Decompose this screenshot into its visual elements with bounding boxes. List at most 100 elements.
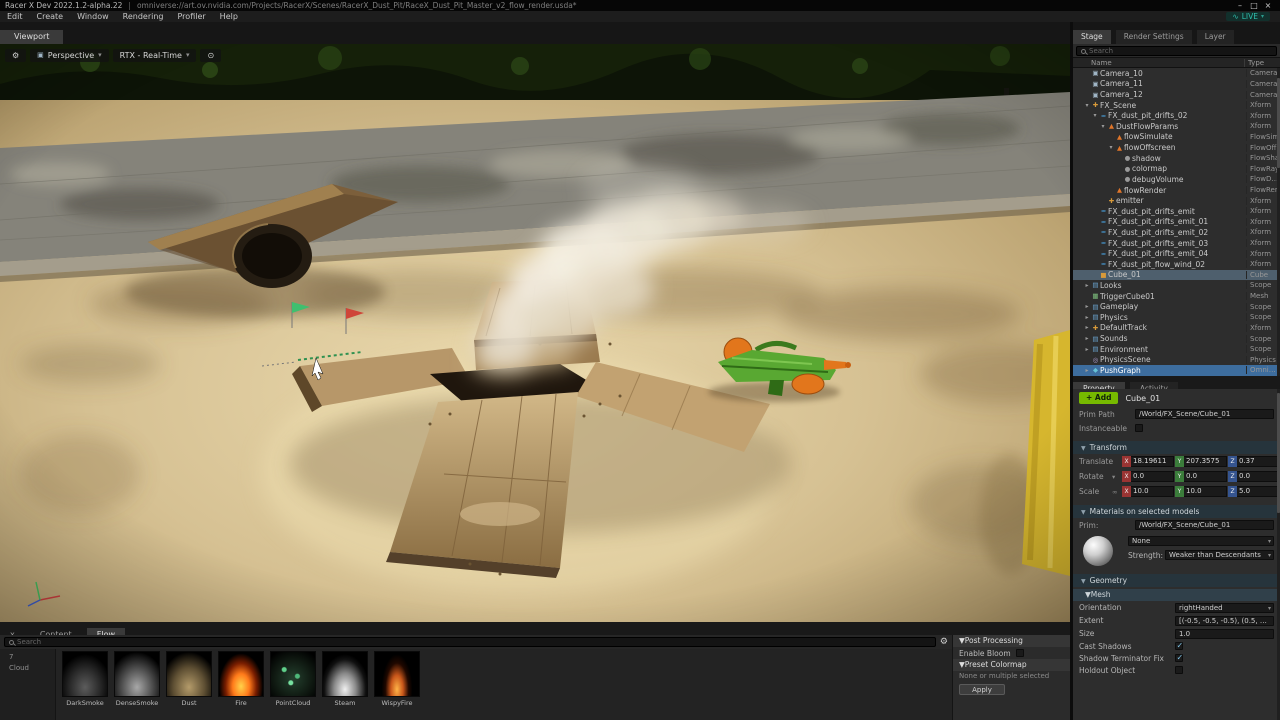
stage-tree-row[interactable]: ● colormap FlowRay [1073, 163, 1280, 174]
maximize-button[interactable]: □ [1247, 1, 1261, 10]
flow-preset-dust[interactable]: Dust [164, 651, 214, 720]
visibility-button[interactable]: ⊙ [200, 49, 221, 62]
expand-caret-icon[interactable]: ▾ [1099, 123, 1107, 130]
cast-shadows-checkbox[interactable] [1175, 642, 1183, 650]
flow-preset-darksmoke[interactable]: DarkSmoke [60, 651, 110, 720]
prim-path-field[interactable]: /World/FX_Scene/Cube_01 [1135, 409, 1274, 419]
stage-search-input[interactable]: Search [1076, 46, 1277, 56]
expand-caret-icon[interactable]: ▾ [1091, 112, 1099, 119]
transform-extra-icon[interactable]: ∞ [1112, 488, 1121, 496]
browser-settings-button[interactable]: ⚙ [940, 637, 948, 647]
orientation-select[interactable]: rightHanded [1175, 603, 1274, 613]
transform-extra-icon[interactable]: ▾ [1112, 473, 1121, 481]
menu-item-rendering[interactable]: Rendering [116, 11, 171, 22]
stage-tree-row[interactable]: ▣ Camera_11 Camera [1073, 79, 1280, 90]
tab-render-settings[interactable]: Render Settings [1116, 30, 1192, 44]
add-button[interactable]: + Add [1079, 392, 1118, 404]
stage-tree-row[interactable]: ▸ ▤ Environment Scope [1073, 344, 1280, 355]
shadow-terminator-checkbox[interactable] [1175, 654, 1183, 662]
material-select[interactable]: None [1128, 536, 1274, 546]
browser-search-input[interactable]: Search [4, 637, 936, 647]
strength-select[interactable]: Weaker than Descendants [1165, 550, 1274, 560]
flow-preset-pointcloud[interactable]: PointCloud [268, 651, 318, 720]
stage-tree-row[interactable]: ▲ flowSimulate FlowSim [1073, 132, 1280, 143]
transform-field-translate-z[interactable]: Z0.37 [1228, 456, 1280, 467]
minimize-button[interactable]: – [1233, 1, 1247, 10]
stage-tree-row[interactable]: ≈ FX_dust_pit_drifts_emit_03 Xform [1073, 238, 1280, 249]
stage-tree-row[interactable]: ▸ ▤ Looks Scope [1073, 280, 1280, 291]
expand-caret-icon[interactable]: ▸ [1083, 324, 1091, 331]
live-session-button[interactable]: ∿ LIVE ▾ [1226, 12, 1270, 21]
stage-tree-row[interactable]: ≈ FX_dust_pit_drifts_emit_02 Xform [1073, 227, 1280, 238]
stage-tree-row[interactable]: ▦ TriggerCube01 Mesh [1073, 291, 1280, 302]
tab-viewport[interactable]: Viewport [0, 30, 63, 44]
renderer-select[interactable]: RTX - Real-Time ▾ [113, 49, 197, 62]
stage-tree-row[interactable]: ▸ ◆ PushGraph OmniGraph [1073, 365, 1280, 376]
stage-tree-row[interactable]: ≈ FX_dust_pit_drifts_emit Xform [1073, 206, 1280, 217]
preset-colormap-header[interactable]: ▼Preset Colormap [953, 659, 1070, 671]
viewport[interactable]: ⚙ ▣ Perspective ▾ RTX - Real-Time ▾ ⊙ [0, 44, 1070, 622]
stage-tree-row[interactable]: ≈ FX_dust_pit_drifts_emit_01 Xform [1073, 217, 1280, 228]
expand-caret-icon[interactable]: ▸ [1083, 303, 1091, 310]
flow-preset-wispyfire[interactable]: WispyFire [372, 651, 422, 720]
stage-tree-row[interactable]: ▾ ▲ flowOffscreen FlowOff [1073, 142, 1280, 153]
expand-caret-icon[interactable]: ▸ [1083, 335, 1091, 342]
menu-item-create[interactable]: Create [30, 11, 71, 22]
menu-item-help[interactable]: Help [213, 11, 245, 22]
viewport-canvas[interactable] [0, 44, 1070, 622]
material-preview-sphere[interactable] [1083, 536, 1113, 566]
transform-field-rotate-z[interactable]: Z0.0 [1228, 471, 1280, 482]
transform-field-rotate-x[interactable]: X0.0 [1122, 471, 1174, 482]
flow-preset-steam[interactable]: Steam [320, 651, 370, 720]
browser-side-item[interactable]: Cloud [0, 663, 55, 674]
stage-tree-row[interactable]: ▣ Camera_12 Camera [1073, 89, 1280, 100]
menu-item-window[interactable]: Window [70, 11, 116, 22]
column-name[interactable]: Name [1073, 59, 1244, 67]
transform-field-scale-z[interactable]: Z5.0 [1228, 486, 1280, 497]
expand-caret-icon[interactable]: ▾ [1083, 102, 1091, 109]
mesh-section-header[interactable]: ▼Mesh [1073, 589, 1280, 601]
transform-section-header[interactable]: ▼Transform [1073, 441, 1280, 454]
stage-tree-row[interactable]: ▲ flowRender FlowRen [1073, 185, 1280, 196]
instanceable-checkbox[interactable] [1135, 424, 1143, 432]
apply-button[interactable]: Apply [959, 684, 1005, 695]
stage-tree-row[interactable]: ◎ PhysicsScene Physics [1073, 354, 1280, 365]
transform-field-translate-y[interactable]: Y207.3575 [1175, 456, 1227, 467]
expand-caret-icon[interactable]: ▸ [1083, 346, 1091, 353]
expand-caret-icon[interactable]: ▸ [1083, 282, 1091, 289]
extent-field[interactable]: [(-0.5, -0.5, -0.5), (0.5, 0.5, 0.5)] [1175, 616, 1274, 626]
stage-tree-row[interactable]: ▾ ▲ DustFlowParams Xform [1073, 121, 1280, 132]
transform-field-rotate-y[interactable]: Y0.0 [1175, 471, 1227, 482]
close-button[interactable]: × [1261, 1, 1275, 10]
enable-bloom-checkbox[interactable] [1016, 649, 1024, 657]
menu-item-edit[interactable]: Edit [0, 11, 30, 22]
material-prim-field[interactable]: /World/FX_Scene/Cube_01 [1135, 520, 1274, 530]
stage-tree-row[interactable]: ▸ ▤ Gameplay Scope [1073, 301, 1280, 312]
expand-caret-icon[interactable]: ▸ [1083, 314, 1091, 321]
stage-tree-row[interactable]: ● shadow FlowSha [1073, 153, 1280, 164]
flow-preset-densesmoke[interactable]: DenseSmoke [112, 651, 162, 720]
menu-item-profiler[interactable]: Profiler [171, 11, 213, 22]
tab-stage[interactable]: Stage [1073, 30, 1111, 44]
expand-caret-icon[interactable]: ▸ [1083, 367, 1091, 374]
stage-tree-row[interactable]: ✚ emitter Xform [1073, 195, 1280, 206]
stage-tree-row[interactable]: ▣ Camera_10 Camera [1073, 68, 1280, 79]
stage-tree-row[interactable]: ▸ ▤ Physics Scope [1073, 312, 1280, 323]
stage-tree-row[interactable]: ▾ ≈ FX_dust_pit_drifts_02 Xform [1073, 110, 1280, 121]
materials-section-header[interactable]: ▼Materials on selected models [1073, 505, 1280, 518]
flow-preset-fire[interactable]: Fire [216, 651, 266, 720]
stage-tree-row[interactable]: ≈ FX_dust_pit_flow_wind_02 Xform [1073, 259, 1280, 270]
stage-tree-row[interactable]: ≈ FX_dust_pit_drifts_emit_04 Xform [1073, 248, 1280, 259]
tab-layer[interactable]: Layer [1197, 30, 1234, 44]
viewport-settings-button[interactable]: ⚙ [5, 49, 26, 62]
stage-tree-row[interactable]: ▾ ✚ FX_Scene Xform [1073, 100, 1280, 111]
stage-tree-row[interactable]: ● debugVolume FlowDeb [1073, 174, 1280, 185]
holdout-object-checkbox[interactable] [1175, 666, 1183, 674]
size-field[interactable]: 1.0 [1175, 629, 1274, 639]
transform-field-scale-y[interactable]: Y10.0 [1175, 486, 1227, 497]
stage-tree-row[interactable]: ■ Cube_01 Cube [1073, 270, 1280, 281]
transform-field-translate-x[interactable]: X18.19611 [1122, 456, 1174, 467]
post-processing-header[interactable]: ▼Post Processing [953, 635, 1070, 647]
geometry-section-header[interactable]: ▼Geometry [1073, 574, 1280, 587]
stage-tree-row[interactable]: ▸ ▤ Sounds Scope [1073, 333, 1280, 344]
